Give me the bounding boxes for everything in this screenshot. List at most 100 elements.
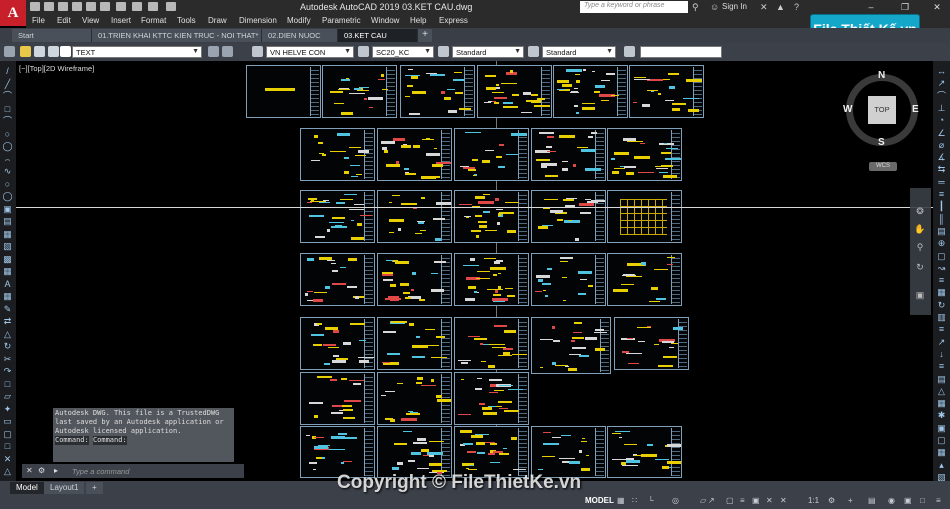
drawing-sheet[interactable]	[300, 190, 375, 243]
unlock-icon[interactable]	[48, 46, 59, 57]
break-icon[interactable]: ║	[936, 214, 947, 224]
arc2-tool-icon[interactable]: ⌢	[2, 154, 13, 164]
menu-edit[interactable]: Edit	[57, 16, 71, 25]
dim-style-icon[interactable]: ▥	[936, 312, 947, 322]
drawing-sheet[interactable]	[300, 253, 375, 306]
compass-east[interactable]: E	[912, 104, 919, 115]
drawing-sheet[interactable]	[400, 65, 475, 118]
close-button[interactable]: ✕	[926, 0, 948, 14]
mtext-tool-icon[interactable]: ▦	[2, 291, 13, 301]
workspace-icon[interactable]	[166, 2, 176, 11]
lightbulb-icon[interactable]	[20, 46, 31, 57]
menu-dimension[interactable]: Dimension	[239, 16, 277, 25]
continue-icon[interactable]: ≡	[936, 189, 947, 199]
drawing-sheet[interactable]	[531, 253, 606, 306]
dim-update-icon[interactable]: ↻	[936, 300, 947, 310]
insert-tool-icon[interactable]: ▩	[2, 254, 13, 264]
search-icon[interactable]: ⚲	[692, 2, 699, 13]
compass-west[interactable]: W	[843, 104, 852, 115]
menu-insert[interactable]: Insert	[111, 16, 131, 25]
ordinate-icon[interactable]: ⊥	[936, 103, 947, 113]
open-file-icon[interactable]	[44, 2, 54, 11]
explode-tool-icon[interactable]: ✦	[2, 404, 13, 414]
refedit-icon[interactable]: ▦	[936, 447, 947, 457]
drawing-sheet[interactable]	[246, 65, 321, 118]
drawing-sheet[interactable]	[377, 128, 452, 181]
drawing-sheet[interactable]	[607, 190, 682, 243]
ellipse-tool-icon[interactable]: ◯	[2, 141, 13, 151]
menu-file[interactable]: File	[32, 16, 45, 25]
menu-view[interactable]: View	[82, 16, 99, 25]
baseline-icon[interactable]: ═	[936, 177, 947, 187]
ml-style-icon[interactable]: △	[936, 386, 947, 396]
drawing-sheet[interactable]	[553, 65, 628, 118]
calculator-icon[interactable]	[624, 46, 635, 57]
dim-style-icon[interactable]	[358, 46, 369, 57]
annotation-monitor-icon[interactable]: +	[848, 496, 853, 505]
zoom-extents-icon[interactable]: ⚲	[914, 242, 926, 254]
drawing-sheet[interactable]	[607, 253, 682, 306]
drawing-sheet[interactable]	[531, 426, 606, 478]
spline-tool-icon[interactable]: ∿	[2, 166, 13, 176]
inspect-icon[interactable]: ▢	[936, 251, 947, 261]
drawing-sheet[interactable]	[477, 65, 552, 118]
ml-add-icon[interactable]: ↓	[936, 349, 947, 359]
xref-icon[interactable]: ▴	[936, 460, 947, 470]
multileader-style-icon[interactable]	[528, 46, 539, 57]
gradient-tool-icon[interactable]: ▤	[2, 216, 13, 226]
space-icon[interactable]: ┃	[936, 201, 947, 211]
isodraft-icon[interactable]: ▱	[700, 496, 706, 505]
block-tool-icon[interactable]: ▧	[2, 241, 13, 251]
command-input[interactable]: Type a command	[72, 467, 129, 476]
menu-tools[interactable]: Tools	[177, 16, 196, 25]
move-tool-icon[interactable]: ⇄	[2, 316, 13, 326]
plot-icon[interactable]	[116, 2, 126, 11]
isolate-icon[interactable]: ◉	[888, 496, 895, 505]
fillet-tool-icon[interactable]: △	[2, 466, 13, 476]
line-tool-icon[interactable]: /	[2, 66, 13, 76]
menu-window[interactable]: Window	[371, 16, 399, 25]
drawing-sheet[interactable]	[629, 65, 704, 118]
save-web-icon[interactable]	[100, 2, 110, 11]
exchange-icon[interactable]: ✕	[760, 2, 768, 13]
sun-icon[interactable]	[34, 46, 45, 57]
drawing-sheet[interactable]	[531, 190, 606, 243]
tab-ket-cau[interactable]: 03.KET CAU	[338, 29, 418, 42]
clean-screen-icon[interactable]: □	[920, 496, 925, 505]
menu-help[interactable]: Help	[410, 16, 426, 25]
diameter-icon[interactable]: ⌀	[936, 140, 947, 150]
user-icon[interactable]: ☺	[710, 2, 719, 12]
dim-text-edit-icon[interactable]: ▦	[936, 287, 947, 297]
copy-tool-icon[interactable]: □	[2, 379, 13, 389]
drawing-sheet[interactable]	[377, 317, 452, 370]
osnap-icon[interactable]: ▢	[726, 496, 734, 505]
drawing-sheet[interactable]	[607, 426, 682, 478]
text-tool-icon[interactable]: A	[2, 279, 13, 289]
steering-wheel-icon[interactable]: ❂	[914, 206, 926, 218]
ml-collect-icon[interactable]: ▤	[936, 374, 947, 384]
annotation-scale[interactable]: 1:1	[808, 496, 819, 505]
point-tool-icon[interactable]: ▦	[2, 266, 13, 276]
polar-icon[interactable]: ◎	[672, 496, 679, 505]
drawing-sheet[interactable]	[300, 317, 375, 370]
table-style-icon[interactable]	[438, 46, 449, 57]
extend-tool-icon[interactable]: ↷	[2, 366, 13, 376]
hatch-tool-icon[interactable]: ▣	[2, 204, 13, 214]
customize-status-icon[interactable]: ≡	[936, 496, 941, 505]
snap-icon[interactable]: ∷	[632, 496, 637, 505]
annotation-visibility-icon[interactable]: ✕	[766, 496, 773, 505]
revision-cloud-tool-icon[interactable]: ⌒	[2, 116, 13, 126]
compass-north[interactable]: N	[878, 70, 885, 81]
sign-in-button[interactable]: Sign In	[722, 2, 747, 11]
radius-icon[interactable]: ◔	[936, 115, 947, 125]
close-command-icon[interactable]: ✕	[26, 466, 33, 475]
help-icon[interactable]: ?	[794, 2, 799, 12]
viewcube-top-face[interactable]: TOP	[868, 96, 896, 124]
new-layout-button[interactable]: +	[86, 482, 103, 494]
drawing-sheet[interactable]	[300, 128, 375, 181]
scale-tool-icon[interactable]: □	[2, 441, 13, 451]
jogged-icon[interactable]: ∠	[936, 128, 947, 138]
drawing-sheet[interactable]	[607, 128, 682, 181]
ortho-icon[interactable]: └	[648, 496, 654, 505]
linear-dim-icon[interactable]: ↔	[936, 66, 947, 76]
